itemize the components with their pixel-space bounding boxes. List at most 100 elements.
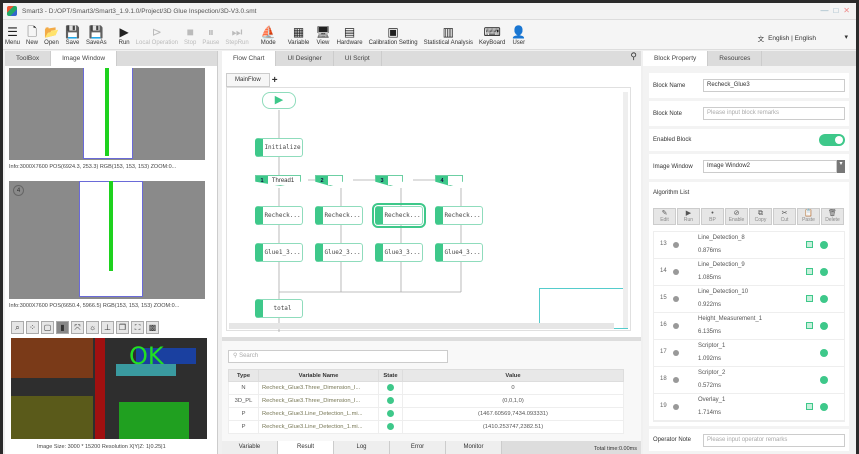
chevron-down-icon[interactable]: ▾ (844, 33, 848, 41)
image-icon[interactable] (806, 322, 813, 329)
table-row[interactable]: P Recheck_Glue3.Line_Detection_L.mi... (14… (228, 407, 624, 421)
algo-run-button[interactable]: ▶ Run (677, 208, 700, 225)
enabled-block-toggle[interactable] (819, 134, 845, 146)
algo-delete-button[interactable]: 🗑 Delete (821, 208, 844, 225)
image-view-2[interactable]: 4 (9, 181, 205, 299)
toolbar-keyboard-button[interactable]: ⌨ KeyBoard (479, 25, 505, 46)
tab-resources[interactable]: Resources (708, 51, 763, 66)
axis-icon[interactable]: ⊥ (101, 321, 114, 334)
layers-icon[interactable]: ❐ (116, 321, 129, 334)
toolbar-pause-button[interactable]: ⏸ Pause (202, 25, 219, 46)
cube-icon[interactable]: ▢ (41, 321, 54, 334)
table-row[interactable]: P Recheck_Glue3.Line_Detection_1.mi... (14… (228, 420, 624, 434)
flow-canvas[interactable]: ▶ Initialize 1 Thread1 Recheck... Glue1_3..… (226, 87, 631, 332)
toolbar-statistical-analysis-button[interactable]: ▥ Statistical Analysis (424, 25, 473, 46)
node-recheck-1[interactable]: Recheck... (255, 206, 303, 225)
list-item[interactable]: 14 Line_Detection_9 1.085ms (654, 259, 844, 286)
algorithm-list[interactable]: 13 Line_Detection_8 0.876ms 14 Line_Detectio… (653, 231, 845, 422)
3d-view[interactable]: OK (11, 338, 207, 439)
algo-copy-button[interactable]: ⧉ Copy (749, 208, 772, 225)
node-glue-3[interactable]: Glue3_3... (375, 243, 423, 262)
algo-bp-button[interactable]: • BP (701, 208, 724, 225)
list-item[interactable]: 19 Overlay_1 1.714ms (654, 394, 844, 421)
bottom-tab-error[interactable]: Error (390, 441, 446, 454)
breakpoint-icon[interactable] (673, 377, 679, 383)
light-icon[interactable]: ☼ (86, 321, 99, 334)
operator-note-input[interactable]: Please input operator remarks (703, 433, 845, 447)
tab-ui-designer[interactable]: UI Designer (276, 51, 334, 66)
vertical-scrollbar[interactable] (623, 92, 628, 328)
node-recheck-3[interactable]: Recheck... (372, 203, 426, 228)
fit-icon[interactable]: ⛶ (131, 321, 144, 334)
tab-block-property[interactable]: Block Property (643, 51, 709, 66)
search-icon[interactable]: ⚲ (630, 51, 641, 66)
toolbar-stop-button[interactable]: ■ Stop (184, 25, 196, 46)
node-initialize[interactable]: Initialize (255, 138, 303, 157)
toolbar-hardware-button[interactable]: ▤ Hardware (337, 25, 363, 46)
list-item[interactable]: 16 Height_Measurement_1 6.135ms (654, 313, 844, 340)
fullscreen-icon[interactable]: ⤧ (71, 321, 84, 334)
close-button[interactable]: ✕ (843, 6, 850, 15)
toolbar-view-button[interactable]: 🖥 View (315, 25, 330, 46)
toolbar-run-button[interactable]: ▶ Run (119, 25, 130, 46)
bottom-tab-variable[interactable]: Variable (222, 441, 278, 454)
toolbar-save-button[interactable]: 💾 Save (65, 25, 80, 46)
breakpoint-icon[interactable] (673, 269, 679, 275)
toolbar-menu-button[interactable]: ☰ Menu (5, 25, 20, 46)
breakpoint-icon[interactable] (673, 296, 679, 302)
toolbar-new-button[interactable]: 🗋 New (26, 25, 38, 46)
toolbar-steprun-button[interactable]: ⏭ StepRun (225, 25, 248, 46)
tab-ui-script[interactable]: UI Script (334, 51, 382, 66)
toolbar-open-button[interactable]: 📂 Open (44, 25, 59, 46)
start-node[interactable]: ▶ (262, 92, 296, 109)
image-view-1[interactable] (9, 68, 205, 160)
tab-flow-chart[interactable]: Flow Chart (222, 51, 277, 66)
fit-points-icon[interactable]: ⁘ (26, 321, 39, 334)
node-recheck-4[interactable]: Recheck... (435, 206, 483, 225)
image-icon[interactable] (806, 403, 813, 410)
node-glue-4[interactable]: Glue4_3... (435, 243, 483, 262)
image-icon[interactable] (806, 295, 813, 302)
node-total[interactable]: total (255, 299, 303, 318)
toolbar-calibration-setting-button[interactable]: ▣ Calibration Setting (369, 25, 418, 46)
language-selector[interactable]: 文 English | English (758, 33, 816, 44)
toolbar-local-operation-button[interactable]: ⊳ Local Operation (136, 25, 178, 46)
horizontal-scrollbar[interactable] (229, 323, 614, 329)
block-name-input[interactable]: Recheck_Glue3 (703, 79, 845, 92)
bottom-tab-log[interactable]: Log (334, 441, 390, 454)
add-flow-button[interactable]: + (272, 75, 278, 86)
minimize-button[interactable]: — (820, 6, 828, 15)
block-note-input[interactable]: Please input block remarks (703, 107, 845, 120)
toolbar-mode-button[interactable]: ⛵ Mode (261, 25, 276, 46)
tab-image-window[interactable]: Image Window (51, 51, 118, 66)
image-icon[interactable] (806, 268, 813, 275)
chevron-down-icon[interactable]: ▾ (837, 160, 845, 173)
node-glue-1[interactable]: Glue1_3... (255, 243, 303, 262)
flow-tab-mainflow[interactable]: MainFlow (226, 73, 270, 87)
algo-edit-button[interactable]: ✎ Edit (653, 208, 676, 225)
algo-cut-button[interactable]: ✂ Cut (773, 208, 796, 225)
stack-icon[interactable]: ▩ (146, 321, 159, 334)
list-item[interactable]: 17 Scriptor_1 1.092ms (654, 340, 844, 367)
toolbar-user-button[interactable]: 👤 User (511, 25, 526, 46)
toolbar-variable-button[interactable]: ▦ Variable (288, 25, 310, 46)
list-item[interactable]: 18 Scriptor_2 0.572ms (654, 367, 844, 394)
maximize-button[interactable]: □ (833, 6, 838, 15)
breakpoint-icon[interactable] (673, 404, 679, 410)
zoom-select-icon[interactable]: ⌕ (11, 321, 24, 334)
node-glue-2[interactable]: Glue2_3... (315, 243, 363, 262)
algo-paste-button[interactable]: 📋 Paste (797, 208, 820, 225)
breakpoint-icon[interactable] (673, 323, 679, 329)
image-icon[interactable] (806, 241, 813, 248)
list-item[interactable]: 15 Line_Detection_10 0.922ms (654, 286, 844, 313)
solid-view-icon[interactable]: ▮ (56, 321, 69, 334)
list-item[interactable]: 13 Line_Detection_8 0.876ms (654, 232, 844, 259)
tab-toolbox[interactable]: ToolBox (5, 51, 52, 66)
node-recheck-2[interactable]: Recheck... (315, 206, 363, 225)
bottom-tab-monitor[interactable]: Monitor (446, 441, 502, 454)
bottom-tab-result[interactable]: Result (278, 441, 334, 454)
algo-enable-button[interactable]: ⊘ Enable (725, 208, 748, 225)
breakpoint-icon[interactable] (673, 242, 679, 248)
toolbar-saveas-button[interactable]: 💾 SaveAs (86, 25, 107, 46)
breakpoint-icon[interactable] (673, 350, 679, 356)
